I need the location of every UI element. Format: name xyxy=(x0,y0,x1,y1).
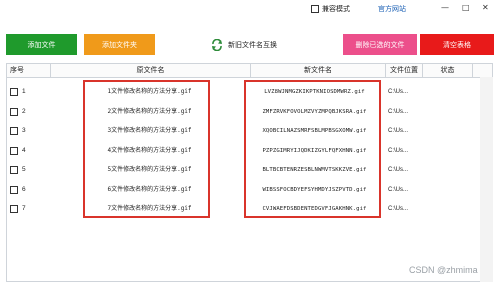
row-location: C:\Us... xyxy=(388,206,409,212)
row-index: 6 xyxy=(22,185,26,193)
row-index: 5 xyxy=(22,166,26,173)
swap-names-button[interactable]: 新旧文件名互换 xyxy=(211,36,277,53)
row-checkbox[interactable] xyxy=(10,185,18,194)
row-checkbox[interactable] xyxy=(10,166,18,174)
vertical-scrollbar[interactable] xyxy=(480,77,493,282)
compat-mode-label: 兼容模式 xyxy=(322,6,350,13)
row-status xyxy=(428,83,458,101)
row-status xyxy=(428,161,458,179)
header-index[interactable]: 序号 xyxy=(7,64,51,78)
close-icon[interactable]: ✕ xyxy=(482,3,489,12)
row-checkbox[interactable] xyxy=(10,146,18,155)
row-location: C:\Us... xyxy=(388,108,409,115)
row-checkbox[interactable] xyxy=(10,127,18,135)
row-status xyxy=(428,142,458,160)
header-original-name[interactable]: 原文件名 xyxy=(51,64,251,78)
table-header: 序号 原文件名 新文件名 文件位置 状态 xyxy=(7,64,492,78)
delete-selected-button[interactable]: 删除已选的文件 xyxy=(343,34,417,55)
row-index: 2 xyxy=(22,107,26,115)
official-website-link[interactable]: 官方网站 xyxy=(378,4,406,14)
compat-mode-toggle[interactable]: 兼容模式 xyxy=(311,4,350,14)
maximize-icon[interactable]: □ xyxy=(462,3,470,12)
watermark: CSDN @zhmima xyxy=(409,265,478,275)
original-names-highlight xyxy=(83,80,210,218)
row-location: C:\Us... xyxy=(388,147,409,154)
row-checkbox[interactable] xyxy=(10,205,18,213)
row-status xyxy=(428,200,458,218)
row-checkbox[interactable] xyxy=(10,88,18,96)
add-file-button[interactable]: 添加文件 xyxy=(6,34,77,55)
new-names-highlight xyxy=(244,80,381,218)
header-new-name[interactable]: 新文件名 xyxy=(251,64,386,78)
compat-mode-checkbox[interactable] xyxy=(311,5,319,13)
add-folder-button[interactable]: 添加文件夹 xyxy=(84,34,155,55)
row-location: C:\Us... xyxy=(388,186,409,193)
swap-refresh-icon xyxy=(212,38,222,51)
title-bar: 兼容模式 官方网站 — □ ✕ xyxy=(0,0,499,18)
row-index: 3 xyxy=(22,127,26,134)
row-status xyxy=(428,181,458,199)
row-status xyxy=(428,122,458,140)
row-index: 7 xyxy=(22,205,26,212)
row-location: C:\Us... xyxy=(388,128,409,134)
row-index: 4 xyxy=(22,146,26,154)
row-location: C:\Us... xyxy=(388,167,409,173)
clear-table-button[interactable]: 清空表格 xyxy=(420,34,494,55)
header-status[interactable]: 状态 xyxy=(423,64,473,78)
row-location: C:\Us... xyxy=(388,89,409,95)
swap-names-label: 新旧文件名互换 xyxy=(228,41,277,49)
row-status xyxy=(428,103,458,121)
row-checkbox[interactable] xyxy=(10,107,18,116)
header-location[interactable]: 文件位置 xyxy=(386,64,423,78)
row-index: 1 xyxy=(22,88,26,95)
minimize-icon[interactable]: — xyxy=(441,3,449,12)
